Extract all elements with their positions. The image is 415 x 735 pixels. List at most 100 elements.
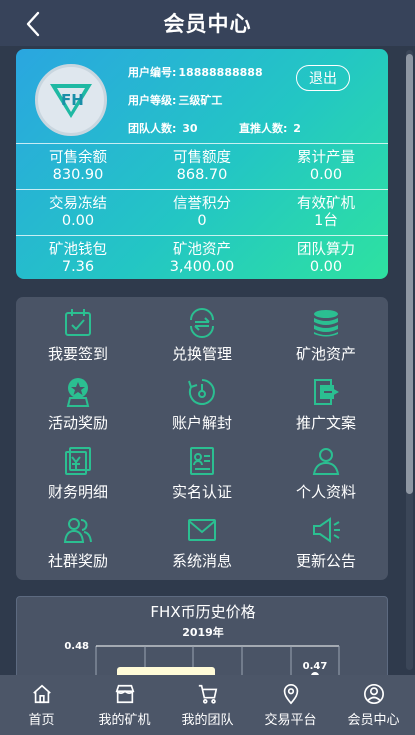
tab-trading[interactable]: 交易平台	[249, 675, 332, 735]
menu-label: 个人资料	[295, 483, 356, 501]
brand-logo-icon: FH	[50, 84, 92, 118]
menu-label: 我要签到	[47, 345, 108, 363]
mail-icon	[188, 519, 216, 541]
user-circle-icon	[363, 683, 384, 704]
person-icon	[312, 448, 340, 475]
direct-count-line: 直推人数: 2	[239, 120, 301, 136]
stat-value: 0	[197, 212, 207, 229]
stat-available-balance[interactable]: 可售余额 830.90	[16, 144, 140, 189]
tab-label: 我的团队	[181, 712, 234, 728]
menu-item-real-name-auth[interactable]: 实名认证	[140, 441, 264, 510]
tab-home[interactable]: 首页	[0, 675, 83, 735]
team-count-value: 30	[182, 122, 198, 135]
data-label: 0.47	[303, 661, 328, 672]
menu-label: 活动奖励	[47, 414, 108, 432]
menu-item-community-reward[interactable]: 社群奖励	[16, 510, 140, 579]
top-bar: 会员中心	[0, 0, 415, 46]
menu-label: 推广文案	[295, 414, 356, 432]
chevron-left-icon	[26, 11, 40, 37]
tab-label: 我的矿机	[98, 712, 151, 728]
unlock-dial-icon	[188, 379, 215, 405]
stat-value: 0.00	[61, 212, 95, 229]
stat-row: 交易冻结 0.00 信誉积分 0 有效矿机 1台	[16, 189, 388, 235]
tab-label: 会员中心	[347, 712, 400, 728]
menu-item-check-in[interactable]: 我要签到	[16, 303, 140, 372]
stat-value: 3,400.00	[169, 258, 235, 275]
exchange-icon	[190, 308, 214, 338]
calendar-check-icon	[65, 309, 91, 336]
stat-label: 信誉积分	[173, 195, 231, 212]
menu-item-profile[interactable]: 个人资料	[264, 441, 388, 510]
stat-label: 矿池资产	[173, 241, 231, 258]
stat-credit-points[interactable]: 信誉积分 0	[140, 190, 264, 235]
stat-label: 团队算力	[297, 241, 355, 258]
svg-text:FH: FH	[61, 91, 84, 109]
stat-label: 可售额度	[173, 149, 231, 166]
stat-value: 830.90	[52, 166, 104, 183]
tab-my-team[interactable]: 我的团队	[166, 675, 249, 735]
stat-value: 868.70	[176, 166, 228, 183]
scrollbar[interactable]	[406, 50, 413, 670]
menu-item-promo-copy[interactable]: 推广文案	[264, 372, 388, 441]
page-title: 会员中心	[163, 12, 252, 36]
tab-member-center[interactable]: 会员中心	[332, 675, 415, 735]
menu-item-account-unfreeze[interactable]: 账户解封	[140, 372, 264, 441]
logout-button[interactable]: 退出	[296, 65, 350, 91]
stat-available-quota[interactable]: 可售额度 868.70	[140, 144, 264, 189]
y-tick-label: 0.48	[64, 641, 89, 652]
stat-row: 矿池钱包 7.36 矿池资产 3,400.00 团队算力 0.00	[16, 235, 388, 279]
menu-item-pool-assets[interactable]: 矿池资产	[264, 303, 388, 372]
stat-value: 0.00	[309, 258, 343, 275]
stat-team-hashrate[interactable]: 团队算力 0.00	[264, 236, 388, 279]
menu-label: 财务明细	[47, 483, 108, 501]
user-level-line: 用户等级: 三级矿工	[128, 92, 222, 108]
team-count-label: 团队人数:	[128, 122, 177, 135]
stat-label: 累计产量	[297, 149, 355, 166]
coin-stack-icon	[314, 310, 338, 337]
team-count-line: 团队人数: 30	[128, 120, 198, 136]
stat-label: 可售余额	[49, 149, 107, 166]
avatar: FH	[35, 64, 107, 136]
user-id-value: 18888888888	[178, 66, 263, 79]
menu-label: 更新公告	[295, 552, 356, 570]
store-icon	[115, 684, 134, 703]
direct-count-label: 直推人数:	[239, 122, 288, 135]
stat-active-miners[interactable]: 有效矿机 1台	[264, 190, 388, 235]
home-icon	[32, 684, 51, 703]
tab-label: 交易平台	[264, 712, 317, 728]
profile-card: FH 用户编号: 18888888888 用户等级: 三级矿工 团队人数: 30 直…	[16, 49, 388, 279]
menu-label: 矿池资产	[295, 345, 356, 363]
stat-label: 有效矿机	[297, 195, 355, 212]
stat-pool-assets[interactable]: 矿池资产 3,400.00	[140, 236, 264, 279]
tab-my-miners[interactable]: 我的矿机	[83, 675, 166, 735]
menu-label: 兑换管理	[171, 345, 232, 363]
stat-value: 1台	[314, 212, 338, 229]
id-card-icon	[190, 447, 214, 475]
menu-item-system-message[interactable]: 系统消息	[140, 510, 264, 579]
stat-trade-frozen[interactable]: 交易冻结 0.00	[16, 190, 140, 235]
stat-label: 交易冻结	[49, 195, 107, 212]
stat-pool-wallet[interactable]: 矿池钱包 7.36	[16, 236, 140, 279]
direct-count-value: 2	[293, 122, 301, 135]
bottom-tab-bar: 首页 我的矿机 我的团队 交易平台 会员中心	[0, 675, 415, 735]
user-level-value: 三级矿工	[178, 94, 223, 107]
menu-label: 实名认证	[171, 483, 232, 501]
menu-item-update-notice[interactable]: 更新公告	[264, 510, 388, 579]
feature-menu: 我要签到 兑换管理 矿池资产 活动奖励 账户解封 推广文案 财务明细 实名认证 …	[16, 297, 388, 580]
finance-detail-icon	[65, 447, 91, 475]
medal-icon	[66, 378, 90, 407]
menu-label: 系统消息	[171, 552, 232, 570]
user-level-label: 用户等级:	[128, 94, 177, 107]
user-id-label: 用户编号:	[128, 66, 177, 79]
tab-label: 首页	[28, 712, 55, 728]
scrollbar-thumb[interactable]	[406, 54, 413, 494]
menu-item-exchange[interactable]: 兑换管理	[140, 303, 264, 372]
stat-value: 0.00	[309, 166, 343, 183]
menu-item-finance-detail[interactable]: 财务明细	[16, 441, 140, 510]
menu-item-activity-reward[interactable]: 活动奖励	[16, 372, 140, 441]
menu-label: 社群奖励	[47, 552, 108, 570]
back-button[interactable]	[18, 9, 48, 39]
stat-value: 7.36	[61, 258, 95, 275]
stat-label: 矿池钱包	[49, 241, 107, 258]
stat-total-output[interactable]: 累计产量 0.00	[264, 144, 388, 189]
